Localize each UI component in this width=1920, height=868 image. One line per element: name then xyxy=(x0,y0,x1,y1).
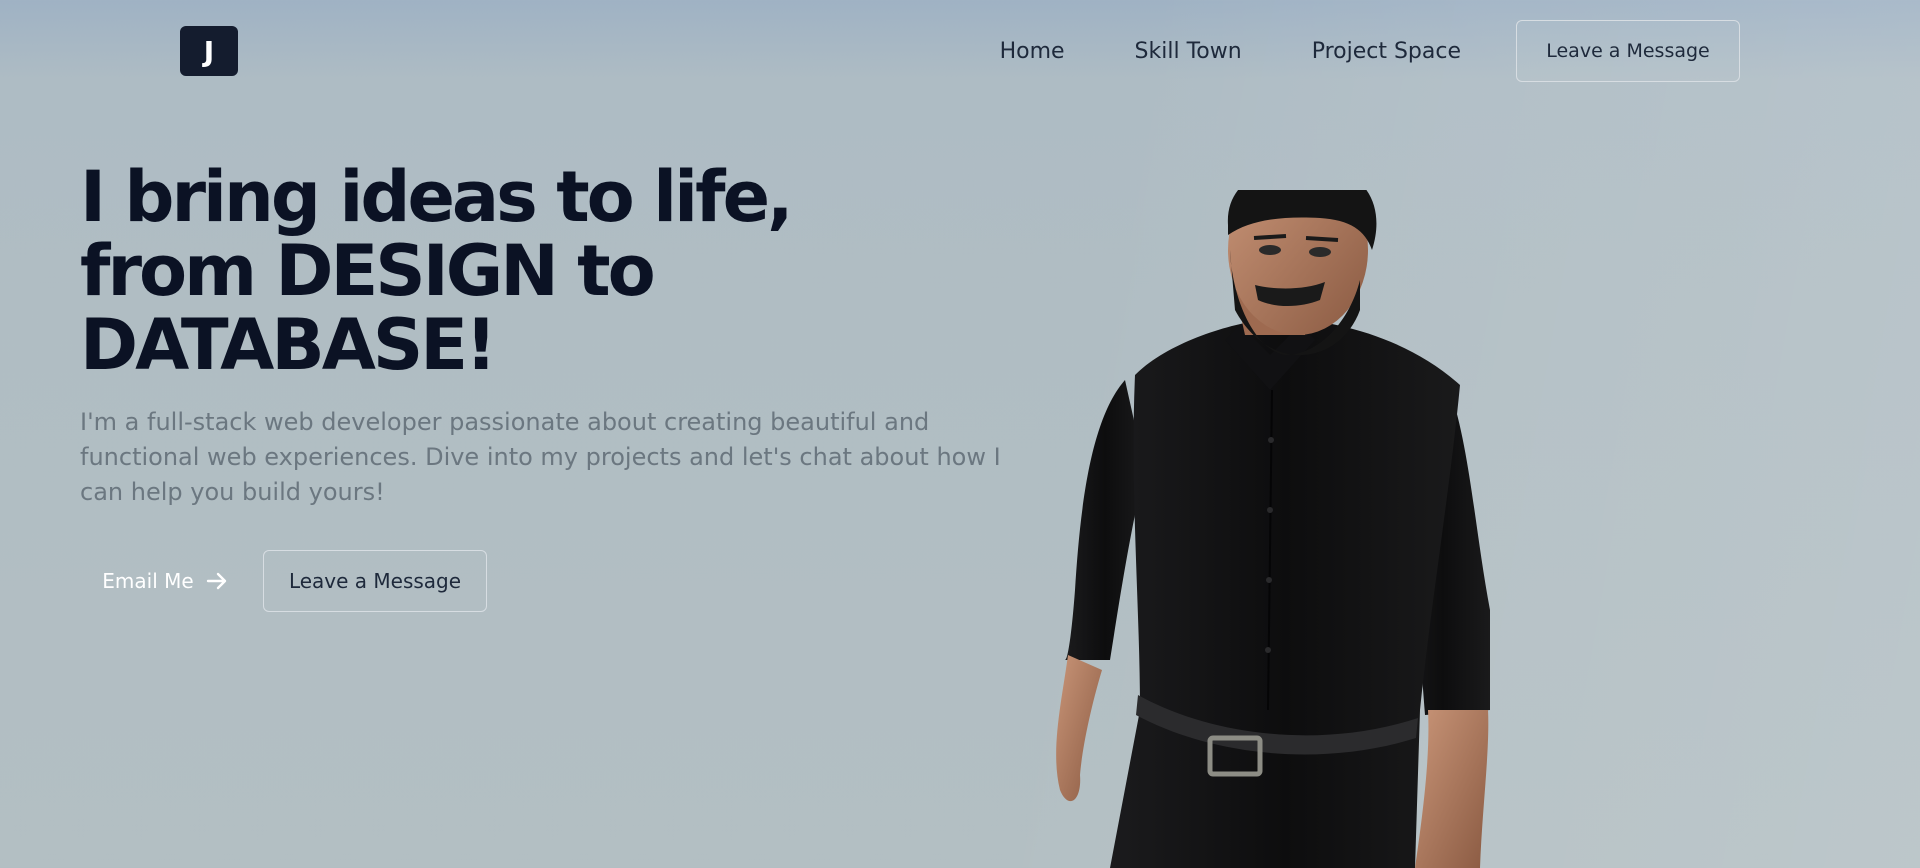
avatar-3d xyxy=(1020,164,1520,868)
logo[interactable]: J xyxy=(180,26,238,76)
logo-letter: J xyxy=(203,34,215,68)
hero-title-line-1: I bring ideas to life, xyxy=(80,156,794,238)
hero-title: I bring ideas to life, from DESIGN to DA… xyxy=(80,160,840,382)
nav-leave-message-button[interactable]: Leave a Message xyxy=(1516,20,1740,82)
hero-title-line-2: from DESIGN to xyxy=(80,230,656,312)
nav-skill-town[interactable]: Skill Town xyxy=(1135,39,1242,64)
leave-message-button[interactable]: Leave a Message xyxy=(263,550,487,612)
nav-home[interactable]: Home xyxy=(1000,39,1065,64)
hero-title-line-3: DATABASE! xyxy=(80,304,497,386)
email-me-button[interactable]: Email Me xyxy=(80,550,250,612)
nav-project-space[interactable]: Project Space xyxy=(1312,39,1461,64)
arrow-right-icon xyxy=(206,571,228,591)
main-nav: Home Skill Town Project Space Leave a Me… xyxy=(1000,20,1740,82)
hero-subtitle: I'm a full-stack web developer passionat… xyxy=(80,408,1001,506)
email-me-label: Email Me xyxy=(102,569,194,593)
cta-row: Email Me Leave a Message xyxy=(80,550,487,612)
